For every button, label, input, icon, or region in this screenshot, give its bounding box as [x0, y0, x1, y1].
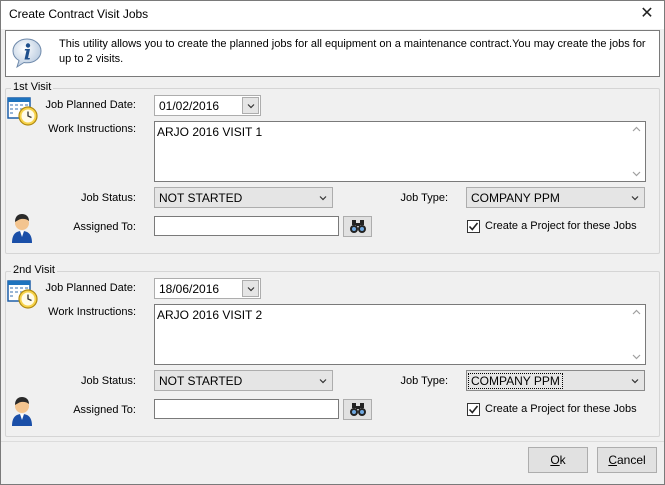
job-type-value: COMPANY PPM: [471, 191, 560, 205]
check-icon: [468, 405, 479, 414]
job-status-label: Job Status:: [80, 192, 136, 204]
chevron-down-icon: [631, 379, 639, 384]
cancel-accelerator: C: [608, 453, 617, 467]
info-text: This utility allows you to create the pl…: [59, 38, 646, 65]
job-status-value: NOT STARTED: [159, 191, 243, 205]
find-assignee-button[interactable]: [343, 216, 372, 237]
planned-date-label: Job Planned Date:: [45, 99, 136, 111]
footer-divider: [1, 441, 664, 442]
assigned-to-label: Assigned To:: [73, 221, 136, 233]
find-assignee-button[interactable]: [343, 399, 372, 420]
job-status-value: NOT STARTED: [159, 374, 243, 388]
create-project-checkbox[interactable]: [467, 220, 480, 233]
cancel-label: ancel: [616, 453, 646, 467]
first-visit-group: 1st Visit Job Planned Date: 01/02/2016 W…: [5, 81, 660, 254]
date-dropdown-button[interactable]: [242, 97, 259, 114]
chevron-down-icon: [247, 287, 255, 292]
binoculars-icon: [350, 403, 366, 416]
planned-date-picker[interactable]: 01/02/2016: [154, 95, 261, 116]
chevron-down-icon: [631, 196, 639, 201]
create-project-label[interactable]: Create a Project for these Jobs: [485, 220, 637, 232]
ok-button[interactable]: Ok: [528, 447, 588, 473]
job-status-label: Job Status:: [80, 375, 136, 387]
job-type-select[interactable]: COMPANY PPM: [466, 187, 645, 208]
planned-date-picker[interactable]: 18/06/2016: [154, 278, 261, 299]
job-type-label: Job Type:: [400, 375, 449, 387]
user-icon: [12, 214, 32, 243]
second-visit-group: 2nd Visit Job Planned Date: 18/06/2016 W…: [5, 264, 660, 437]
assigned-to-input[interactable]: [154, 216, 339, 236]
chevron-down-icon: [247, 104, 255, 109]
job-status-select[interactable]: NOT STARTED: [154, 187, 333, 208]
planned-date-value: 18/06/2016: [159, 282, 220, 296]
info-panel: This utility allows you to create the pl…: [5, 30, 660, 77]
work-instructions-textarea[interactable]: ARJO 2016 VISIT 2: [154, 304, 646, 365]
work-instructions-text: ARJO 2016 VISIT 1: [157, 125, 263, 139]
group-caption: 2nd Visit: [11, 264, 57, 276]
binoculars-icon: [350, 220, 366, 233]
calendar-clock-icon: [7, 97, 38, 126]
window-title: Create Contract Visit Jobs: [9, 7, 149, 21]
calendar-clock-icon: [7, 280, 38, 309]
close-button[interactable]: ✕: [630, 1, 664, 29]
ok-accelerator: O: [550, 453, 560, 467]
chevron-down-icon: [319, 196, 327, 201]
dialog-window: Create Contract Visit Jobs ✕ This utilit…: [0, 0, 665, 485]
ok-label: k: [559, 453, 566, 467]
create-project-label[interactable]: Create a Project for these Jobs: [485, 403, 637, 415]
work-instructions-text: ARJO 2016 VISIT 2: [157, 308, 263, 322]
scroll-down-icon[interactable]: [632, 354, 641, 360]
date-dropdown-button[interactable]: [242, 280, 259, 297]
assigned-to-label: Assigned To:: [73, 404, 136, 416]
title-bar: Create Contract Visit Jobs ✕: [1, 1, 664, 29]
scroll-up-icon[interactable]: [632, 126, 641, 132]
info-icon: [12, 38, 42, 69]
chevron-down-icon: [319, 379, 327, 384]
check-icon: [468, 222, 479, 231]
job-type-select[interactable]: COMPANY PPM: [466, 370, 645, 391]
cancel-button[interactable]: Cancel: [597, 447, 657, 473]
job-status-select[interactable]: NOT STARTED: [154, 370, 333, 391]
work-instructions-label: Work Instructions:: [48, 306, 136, 318]
group-caption: 1st Visit: [11, 81, 54, 93]
planned-date-value: 01/02/2016: [159, 99, 220, 113]
create-project-checkbox[interactable]: [467, 403, 480, 416]
job-type-value: COMPANY PPM: [468, 373, 563, 389]
user-icon: [12, 397, 32, 426]
vertical-scrollbar[interactable]: [628, 122, 645, 181]
work-instructions-textarea[interactable]: ARJO 2016 VISIT 1: [154, 121, 646, 182]
vertical-scrollbar[interactable]: [628, 305, 645, 364]
work-instructions-label: Work Instructions:: [48, 123, 136, 135]
job-type-label: Job Type:: [400, 192, 449, 204]
planned-date-label: Job Planned Date:: [45, 282, 136, 294]
scroll-up-icon[interactable]: [632, 309, 641, 315]
assigned-to-input[interactable]: [154, 399, 339, 419]
scroll-down-icon[interactable]: [632, 171, 641, 177]
